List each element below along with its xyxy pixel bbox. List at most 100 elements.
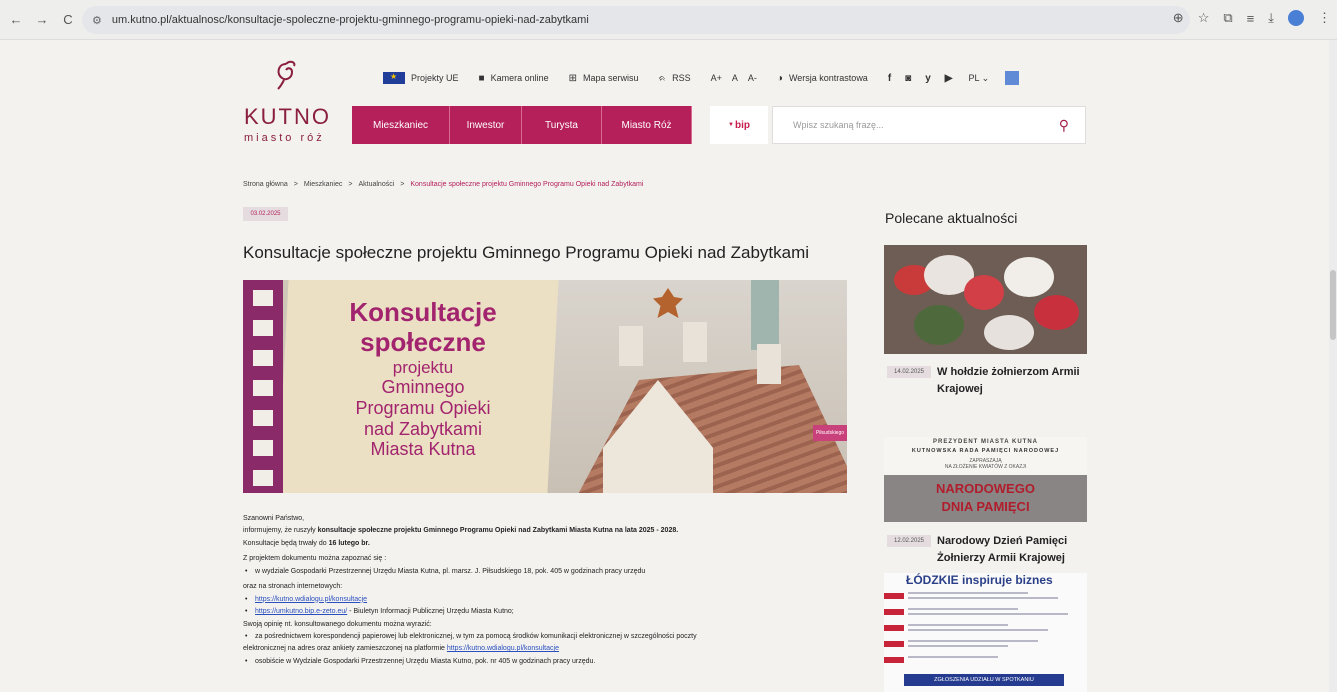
nav-mieszkaniec[interactable]: Mieszkaniec	[352, 106, 450, 144]
bullet-link-1: https://kutno.wdialogu.pl/konsultacje	[243, 595, 843, 605]
sitemap-icon: ⊞	[568, 72, 577, 84]
font-large-button[interactable]: A+	[711, 73, 722, 83]
deadline-bold: 16 lutego br.	[328, 539, 370, 547]
film-hole	[253, 440, 273, 456]
card2-banner-line-1: NARODOWEGO	[936, 481, 1035, 496]
bip-page-link[interactable]: https://umkutno.bip.e-zeto.eu/	[255, 608, 347, 615]
language-select[interactable]: PL ⌄	[968, 73, 989, 84]
facebook-icon[interactable]: f	[888, 73, 891, 84]
card3-row-marker	[884, 593, 904, 599]
projekty-ue-link[interactable]: Projekty UE	[383, 72, 459, 84]
bip-link[interactable]: ▼ bip	[710, 106, 768, 144]
article-hero-image: Piłsudskiego Konsultacje społeczne proje…	[243, 280, 847, 493]
sidebar-title: Polecane aktualności	[885, 210, 1018, 226]
page-scrollbar[interactable]	[1329, 40, 1337, 692]
hero-chimney	[757, 344, 781, 384]
correspondence-continued: elektronicznej na adres oraz ankiety zam…	[243, 644, 843, 653]
breadcrumb-aktualnosci[interactable]: Aktualności	[358, 181, 394, 188]
main-navigation: Mieszkaniec Inwestor Turysta Miasto Róż	[352, 106, 692, 144]
card3-row	[884, 655, 1087, 669]
consultation-link[interactable]: https://kutno.wdialogu.pl/konsultacje	[255, 596, 367, 603]
eu-flag-icon	[383, 72, 405, 84]
hero-tower	[751, 280, 779, 350]
search-icon[interactable]: ⚲	[1059, 117, 1069, 134]
hero-line-6: nad Zabytkami	[363, 418, 483, 439]
film-hole	[253, 410, 273, 426]
card3-row-marker	[884, 625, 904, 631]
nav-turysta[interactable]: Turysta	[522, 106, 602, 144]
menu-kebab-icon[interactable]: ⋮	[1318, 10, 1331, 26]
card3-row	[884, 623, 1087, 637]
breadcrumb-separator: >	[400, 181, 405, 188]
breadcrumb-home[interactable]: Strona główna	[243, 181, 288, 188]
site-info-icon[interactable]: ⚙	[92, 14, 102, 27]
nav-inwestor[interactable]: Inwestor	[450, 106, 522, 144]
kamera-link[interactable]: ■ Kamera online	[479, 73, 549, 84]
hero-chimney	[683, 322, 707, 362]
hero-line-3: projektu	[392, 357, 454, 377]
forward-button[interactable]: →	[32, 10, 52, 30]
intro-text: informujemy, że ruszyły	[243, 527, 318, 535]
extensions-icon[interactable]: ⧉	[1223, 10, 1232, 26]
breadcrumb-mieszkaniec[interactable]: Mieszkaniec	[304, 181, 343, 188]
correspondence-text: elektronicznej na adres oraz ankiety zam…	[243, 645, 447, 653]
download-icon[interactable]: ⤓	[1268, 10, 1274, 26]
card2-line-4: NA ZŁOŻENIE KWIATÓW Z OKAZJI	[944, 464, 1027, 470]
news-card-1-title[interactable]: W hołdzie żołnierzom Armii Krajowej	[937, 364, 1087, 397]
zoom-icon[interactable]: ⊕	[1173, 10, 1184, 26]
reload-button[interactable]: C	[58, 10, 78, 30]
flower-shape	[914, 305, 964, 345]
film-hole	[253, 290, 273, 306]
contrast-link[interactable]: ◑ Wersja kontrastowa	[777, 73, 868, 84]
news-card-3-image[interactable]: ŁÓDZKIE inspiruje biznes ZGŁOSZENIA UDZI…	[884, 573, 1087, 692]
card3-row	[884, 607, 1087, 621]
instagram-icon[interactable]: ◙	[905, 73, 911, 84]
breadcrumb-separator: >	[348, 181, 353, 188]
url-text: um.kutno.pl/aktualnosc/konsultacje-spole…	[111, 14, 589, 26]
font-normal-button[interactable]: A	[732, 73, 738, 83]
accessibility-icon[interactable]	[1005, 71, 1020, 85]
hero-line-4: Gminnego	[381, 377, 465, 398]
logo-tagline: miasto róż	[244, 132, 325, 144]
scrollbar-thumb[interactable]	[1330, 270, 1336, 340]
news-card-2-image[interactable]: PREZYDENT MIASTA KUTNA KUTNOWSKA RADA PA…	[884, 437, 1087, 522]
profile-avatar[interactable]	[1288, 10, 1304, 26]
bip-arrow-icon: ▼	[728, 122, 734, 128]
font-small-button[interactable]: A-	[748, 73, 757, 83]
rss-link[interactable]: ᨑ RSS	[659, 73, 691, 84]
card3-row-line	[908, 629, 1048, 631]
camera-icon: ■	[478, 72, 485, 84]
familiar-text: Z projektem dokumentu można zapoznać się…	[243, 555, 387, 563]
site-logo[interactable]: KUTNO miasto róż	[238, 60, 338, 150]
bip-page-suffix: - Biuletyn Informacji Publicznej Urzędu …	[347, 608, 514, 616]
search-placeholder: Wpisz szukaną frazę...	[793, 120, 884, 130]
reading-list-icon[interactable]: ≡	[1247, 11, 1255, 26]
rss-icon: ᨑ	[658, 72, 667, 84]
card3-row-line	[908, 640, 1038, 642]
news-card-1-image[interactable]	[884, 245, 1087, 354]
news-card-1-date: 14.02.2025	[887, 366, 931, 378]
youtube-icon[interactable]: ▶	[945, 73, 953, 84]
news-card-2-title[interactable]: Narodowy Dzień Pamięci Żołnierzy Armii K…	[937, 533, 1087, 566]
address-bar[interactable]: ⚙ um.kutno.pl/aktualnosc/konsultacje-spo…	[82, 6, 1190, 34]
back-button[interactable]: ←	[6, 10, 26, 30]
card3-row-marker	[884, 657, 904, 663]
deadline: Konsultacje będą trwały do 16 lutego br.	[243, 539, 843, 548]
search-input[interactable]: Wpisz szukaną frazę... ⚲	[772, 106, 1086, 144]
nav-miasto-roz[interactable]: Miasto Róż	[602, 106, 692, 144]
deadline-text: Konsultacje będą trwały do	[243, 539, 329, 547]
film-hole	[253, 350, 273, 366]
article-body: Szanowni Państwo, informujemy, że ruszył…	[243, 514, 843, 669]
card3-row-line	[908, 608, 1018, 610]
card3-row-line	[908, 613, 1068, 615]
mapa-link[interactable]: ⊞ Mapa serwisu	[569, 73, 639, 84]
card3-cta-button[interactable]: ZGŁOSZENIA UDZIAŁU W SPOTKANIU	[904, 674, 1064, 686]
card2-line-1: PREZYDENT MIASTA KUTNA	[933, 439, 1038, 445]
platform-link[interactable]: https://kutno.wdialogu.pl/konsultacje	[447, 645, 559, 652]
bookmark-star-icon[interactable]: ☆	[1198, 10, 1210, 26]
twitter-icon[interactable]: y	[925, 73, 931, 84]
browser-actions: ⊕ ☆ ⧉ ≡ ⤓ ⋮	[1173, 10, 1331, 26]
kamera-label: Kamera online	[490, 73, 549, 83]
utility-bar: Projekty UE ■ Kamera online ⊞ Mapa serwi…	[383, 68, 1020, 88]
card2-line-2: KUTNOWSKA RADA PAMIĘCI NARODOWEJ	[911, 448, 1060, 454]
